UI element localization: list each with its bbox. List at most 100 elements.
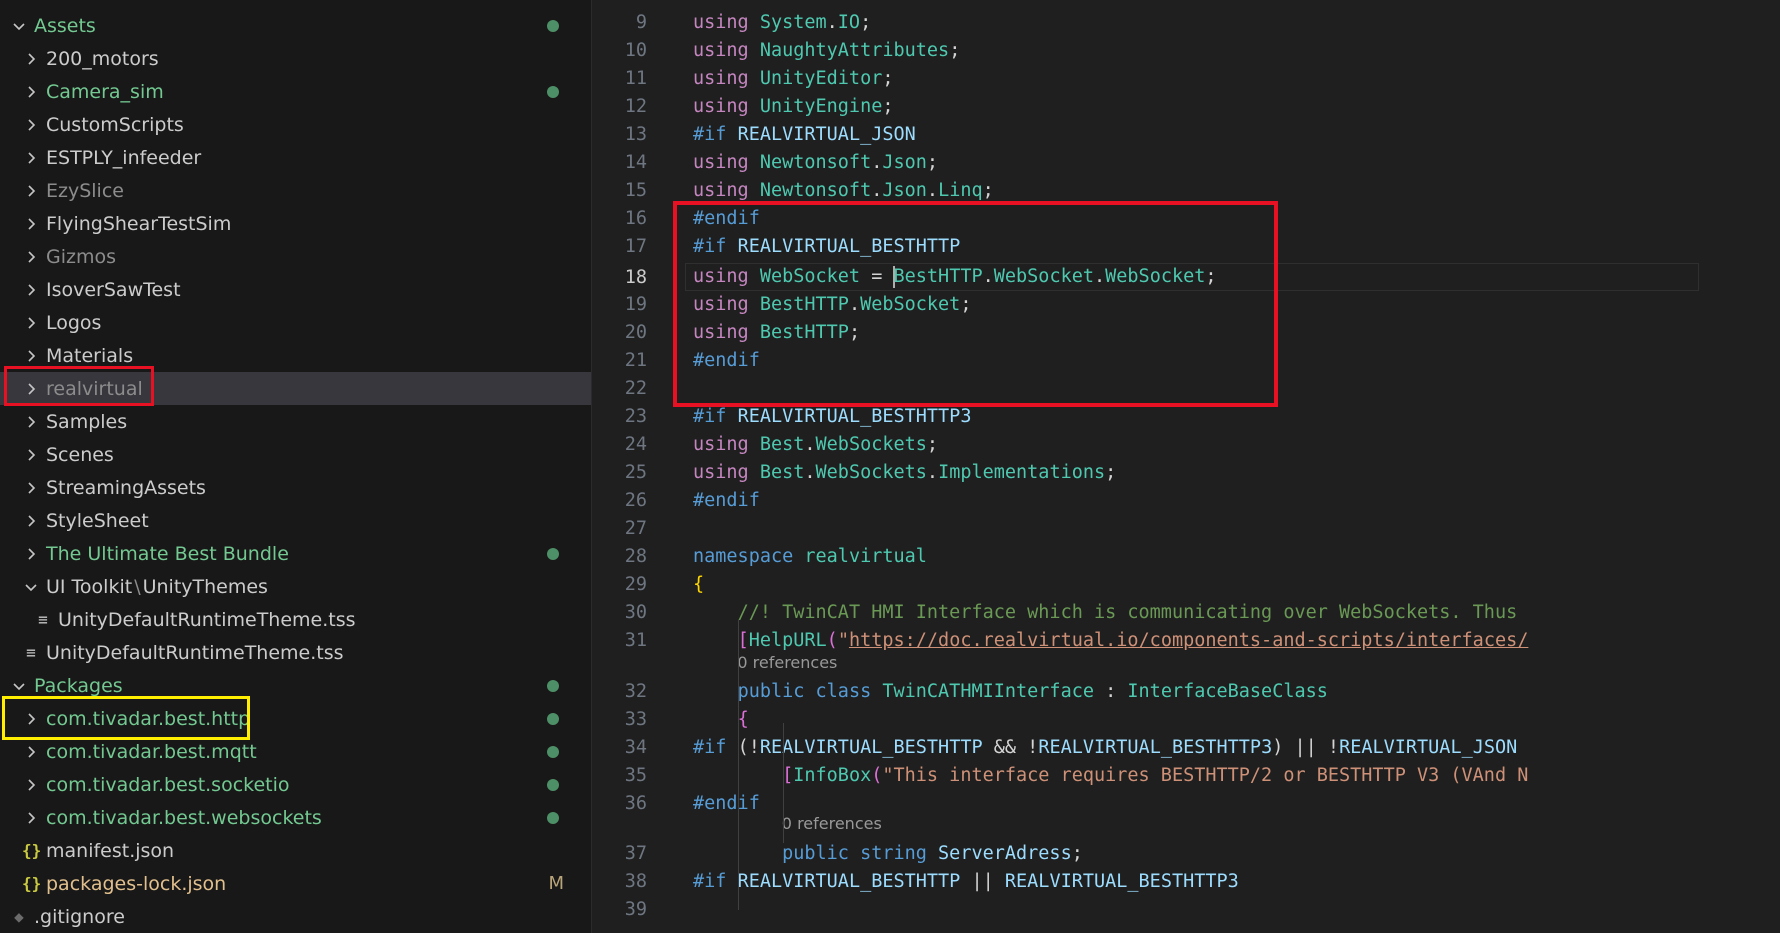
chevron-right-icon[interactable] xyxy=(22,479,40,497)
code-line[interactable]: 26 #endif xyxy=(592,486,1780,514)
file-item[interactable]: {} manifest.json xyxy=(0,834,591,867)
code-token: " xyxy=(837,629,849,651)
codelens-references[interactable]: 0 references xyxy=(782,814,882,838)
code-token: string xyxy=(860,842,939,864)
folder-item[interactable]: The Ultimate Best Bundle xyxy=(0,537,591,570)
chevron-right-icon[interactable] xyxy=(22,248,40,266)
code-line[interactable]: 38 #if REALVIRTUAL_BESTHTTP || REALVIRTUA… xyxy=(592,867,1780,895)
code-token: REALVIRTUAL_JSON xyxy=(1339,736,1518,758)
code-token: using xyxy=(693,461,760,483)
chevron-right-icon[interactable] xyxy=(22,50,40,68)
tree-item-label: CustomScripts xyxy=(46,113,184,136)
code-line[interactable]: 37 public string ServerAdress; xyxy=(592,839,1780,867)
code-line[interactable]: 11 using UnityEditor; xyxy=(592,64,1780,92)
code-token: REALVIRTUAL_BESTHTTP3 xyxy=(737,405,972,427)
folder-item[interactable]: Assets xyxy=(0,9,591,42)
code-token: ( xyxy=(826,629,838,651)
git-modified-badge: M xyxy=(548,873,564,894)
folder-item[interactable]: IsoverSawTest xyxy=(0,273,591,306)
code-line[interactable]: 15 using Newtonsoft.Json.Linq; xyxy=(592,176,1780,204)
code-line[interactable]: 36 #endif xyxy=(592,789,1780,817)
chevron-down-icon[interactable] xyxy=(22,578,40,596)
code-token: . xyxy=(926,461,939,483)
code-text: { xyxy=(693,709,749,730)
code-line[interactable]: 27 xyxy=(592,514,1780,542)
code-editor[interactable]: 9 using System.IO; 10 using NaughtyAttribut… xyxy=(592,0,1780,933)
code-line[interactable]: 31 [HelpURL("https://doc.realvirtual.io/… xyxy=(592,626,1780,654)
chevron-right-icon[interactable] xyxy=(22,116,40,134)
code-line[interactable]: 30 //! TwinCAT HMI Interface which is co… xyxy=(592,598,1780,626)
tree-item-label: Packages xyxy=(34,674,123,697)
chevron-right-icon[interactable] xyxy=(22,413,40,431)
code-line[interactable]: 39 xyxy=(592,895,1780,923)
codelens-references[interactable]: 0 references xyxy=(737,653,837,677)
chevron-down-icon[interactable] xyxy=(10,677,28,695)
folder-item[interactable]: Scenes xyxy=(0,438,591,471)
chevron-right-icon[interactable] xyxy=(22,446,40,464)
folder-item[interactable]: com.tivadar.best.socketio xyxy=(0,768,591,801)
folder-item[interactable]: CustomScripts xyxy=(0,108,591,141)
chevron-right-icon[interactable] xyxy=(22,545,40,563)
code-line[interactable]: 34 #if (!REALVIRTUAL_BESTHTTP && !REALVIR… xyxy=(592,733,1780,761)
folder-item[interactable]: StyleSheet xyxy=(0,504,591,537)
code-line[interactable]: 14 using Newtonsoft.Json; xyxy=(592,148,1780,176)
chevron-right-icon[interactable] xyxy=(22,347,40,365)
chevron-right-icon[interactable] xyxy=(22,281,40,299)
git-status-dot xyxy=(547,779,559,791)
folder-item[interactable]: StreamingAssets xyxy=(0,471,591,504)
chevron-right-icon[interactable] xyxy=(22,776,40,794)
file-item[interactable]: ≡ UnityDefaultRuntimeTheme.tss xyxy=(0,636,591,669)
yellow-highlight-box-best-http xyxy=(2,696,250,740)
line-number: 30 xyxy=(624,601,647,623)
folder-item[interactable]: FlyingShearTestSim xyxy=(0,207,591,240)
git-status-dot xyxy=(547,746,559,758)
chevron-right-icon[interactable] xyxy=(22,182,40,200)
code-token: "This interface requires BESTHTTP/2 or B… xyxy=(882,764,1529,786)
code-line[interactable]: 13 #if REALVIRTUAL_JSON xyxy=(592,120,1780,148)
tree-item-label: manifest.json xyxy=(46,839,175,862)
chevron-right-icon[interactable] xyxy=(22,512,40,530)
code-line[interactable]: 25 using Best.WebSockets.Implementations; xyxy=(592,458,1780,486)
line-number: 36 xyxy=(624,792,647,814)
code-line[interactable]: 10 using NaughtyAttributes; xyxy=(592,36,1780,64)
code-line[interactable]: 9 using System.IO; xyxy=(592,8,1780,36)
folder-item[interactable]: EzySlice xyxy=(0,174,591,207)
code-line[interactable]: 29 { xyxy=(592,570,1780,598)
chevron-down-icon[interactable] xyxy=(10,17,28,35)
code-line[interactable]: 35 [InfoBox("This interface requires BES… xyxy=(592,761,1780,789)
chevron-right-icon[interactable] xyxy=(22,809,40,827)
code-token: WebSockets xyxy=(815,461,927,483)
code-line[interactable]: 12 using UnityEngine; xyxy=(592,92,1780,120)
code-token: realvirtual xyxy=(804,545,927,567)
file-item[interactable]: {} packages-lock.json M xyxy=(0,867,591,900)
file-item[interactable]: ◆ .gitignore xyxy=(0,900,591,933)
folder-item[interactable]: Samples xyxy=(0,405,591,438)
chevron-right-icon[interactable] xyxy=(22,215,40,233)
code-line[interactable]: 33 { xyxy=(592,705,1780,733)
line-number: 14 xyxy=(624,151,647,173)
chevron-right-icon[interactable] xyxy=(22,314,40,332)
folder-item[interactable]: 200_motors xyxy=(0,42,591,75)
chevron-right-icon[interactable] xyxy=(22,743,40,761)
folder-item[interactable]: ESTPLY_infeeder xyxy=(0,141,591,174)
code-line[interactable]: 32 public class TwinCATHMIInterface : In… xyxy=(592,677,1780,705)
chevron-right-icon[interactable] xyxy=(22,149,40,167)
red-highlight-box-code xyxy=(673,201,1278,407)
folder-item[interactable]: com.tivadar.best.websockets xyxy=(0,801,591,834)
folder-item[interactable]: Gizmos xyxy=(0,240,591,273)
code-text: using UnityEngine; xyxy=(693,96,894,117)
line-number: 19 xyxy=(624,293,647,315)
tree-item-label: Scenes xyxy=(46,443,114,466)
code-token: . xyxy=(804,433,816,455)
file-item[interactable]: ≡ UnityDefaultRuntimeTheme.tss xyxy=(0,603,591,636)
code-text: #if REALVIRTUAL_BESTHTTP || REALVIRTUAL_… xyxy=(693,871,1239,892)
code-token: using xyxy=(693,179,760,201)
chevron-right-icon[interactable] xyxy=(22,83,40,101)
folder-item[interactable]: UI Toolkit \ UnityThemes xyxy=(0,570,591,603)
folder-item[interactable]: Camera_sim xyxy=(0,75,591,108)
code-line[interactable]: 28 namespace realvirtual xyxy=(592,542,1780,570)
code-token: NaughtyAttributes xyxy=(759,39,950,61)
code-line[interactable]: 24 using Best.WebSockets; xyxy=(592,430,1780,458)
folder-item[interactable]: Logos xyxy=(0,306,591,339)
code-token: ; xyxy=(926,151,939,173)
